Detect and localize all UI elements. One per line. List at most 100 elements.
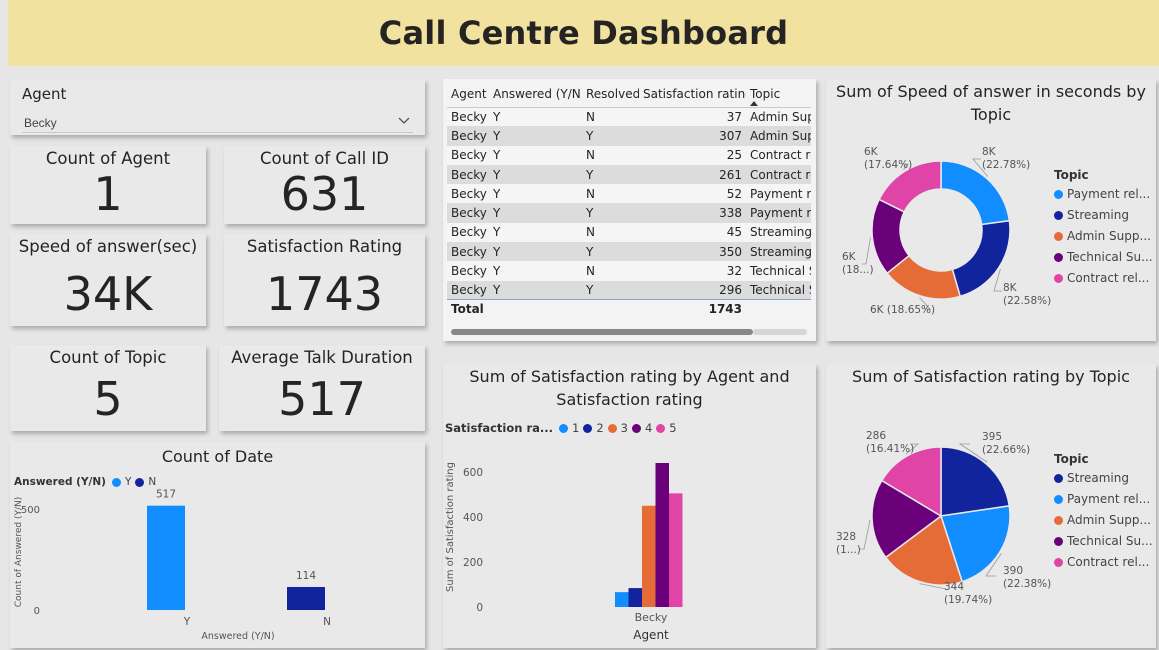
- table-row[interactable]: BeckyYN37Admin Supp: [447, 107, 811, 127]
- horizontal-scrollbar[interactable]: [451, 329, 753, 335]
- legend-dot-icon: [1054, 557, 1063, 567]
- kpi-average-talk-duration: Average Talk Duration 517: [219, 345, 425, 431]
- slicer-value[interactable]: Becky: [24, 116, 57, 130]
- table-cell: Streaming: [746, 242, 811, 262]
- pie-slice[interactable]: [940, 446, 1011, 517]
- y-tick-label: 600: [463, 467, 483, 479]
- table-row[interactable]: BeckyYN25Contract rel: [447, 145, 811, 165]
- bar[interactable]: [287, 586, 325, 610]
- legend-dot-icon: [1054, 189, 1063, 199]
- column-header-topic[interactable]: Topic: [746, 81, 811, 108]
- column-header[interactable]: Agent: [447, 81, 489, 108]
- kpi-label: Count of Topic: [49, 348, 167, 367]
- legend-label: Streaming: [1067, 208, 1129, 222]
- table-cell: 37: [639, 107, 746, 127]
- legend-label: Technical Su...: [1067, 534, 1153, 548]
- table-cell: Y: [582, 280, 639, 300]
- kpi-count-of-topic: Count of Topic 5: [10, 345, 206, 431]
- data-table: Agent Answered (Y/N) Resolved Satisfacti…: [447, 81, 811, 318]
- table-cell: Payment rel: [746, 203, 811, 223]
- table-cell: Becky: [447, 145, 489, 165]
- sort-ascending-icon[interactable]: [750, 100, 758, 106]
- data-label: 286: [866, 430, 886, 442]
- kpi-label: Satisfaction Rating: [246, 237, 403, 256]
- table-row[interactable]: BeckyYN32Technical Su: [447, 261, 811, 281]
- call-details-table: Agent Answered (Y/N) Resolved Satisfacti…: [443, 79, 816, 341]
- data-label: 8K: [982, 146, 997, 158]
- legend-item[interactable]: Payment rel...: [1054, 187, 1153, 201]
- satisfaction-by-agent-plot: 0 200 400 600 Sum of Satisfaction rating Beck…: [445, 462, 683, 642]
- legend-item[interactable]: Streaming: [1054, 208, 1153, 222]
- table-cell: 32: [639, 261, 746, 281]
- table-cell: N: [582, 107, 639, 127]
- speed-of-answer-donut-chart: Sum of Speed of answer in seconds by Top…: [826, 79, 1156, 341]
- data-label: 6K (18.65%): [870, 304, 935, 316]
- table-cell: Contract rel: [746, 145, 811, 165]
- table-cell: 307: [639, 126, 746, 146]
- bar[interactable]: [655, 463, 670, 607]
- table-cell: Y: [489, 126, 582, 146]
- x-tick-label: N: [323, 616, 331, 628]
- legend-item[interactable]: Technical Su...: [1054, 534, 1153, 548]
- agent-slicer[interactable]: Agent Becky: [10, 79, 425, 135]
- table-cell: Y: [489, 184, 582, 204]
- table-cell: Y: [489, 164, 582, 185]
- column-header[interactable]: Answered (Y/N): [489, 81, 582, 108]
- legend-item[interactable]: Contract rel...: [1054, 555, 1153, 569]
- leader-line: [862, 237, 871, 265]
- bar[interactable]: [147, 505, 185, 610]
- legend-item[interactable]: Payment rel...: [1054, 492, 1153, 506]
- legend-item[interactable]: Streaming: [1054, 471, 1153, 485]
- x-tick-label: Y: [183, 616, 191, 628]
- table-row[interactable]: BeckyYY307Admin Supp: [447, 126, 811, 146]
- legend-label: Payment rel...: [1067, 187, 1151, 201]
- chevron-down-icon[interactable]: [397, 113, 411, 127]
- table-row[interactable]: Becky Y Y 350 Streaming: [447, 242, 811, 262]
- kpi-label: Count of Agent: [45, 149, 171, 168]
- legend-item[interactable]: Admin Supp...: [1054, 513, 1153, 527]
- scrollbar-track: [753, 329, 807, 335]
- dashboard-header: Call Centre Dashboard: [8, 0, 1159, 66]
- legend-title: Topic: [1054, 168, 1089, 182]
- table-cell: Y: [489, 280, 582, 300]
- x-axis-label: Agent: [633, 628, 669, 642]
- bar[interactable]: [669, 493, 683, 607]
- table-row[interactable]: Becky Y N 45 Streaming: [447, 222, 811, 243]
- kpi-label: Average Talk Duration: [231, 348, 413, 367]
- table-row[interactable]: BeckyYN52Payment rel: [447, 184, 811, 204]
- kpi-value: 517: [278, 372, 366, 426]
- legend-item[interactable]: Contract rel...: [1054, 271, 1153, 285]
- legend-dot-icon: [1054, 473, 1063, 483]
- column-header-label: Topic: [750, 86, 781, 101]
- total-value: 1743: [639, 299, 746, 318]
- table-cell: Becky: [447, 184, 489, 204]
- table-row[interactable]: BeckyYY261Contract rel: [447, 164, 811, 185]
- table-cell: Y: [582, 126, 639, 146]
- y-axis-label: Sum of Satisfaction rating: [445, 462, 456, 592]
- bar[interactable]: [628, 588, 643, 607]
- table-row[interactable]: BeckyYY296Technical Su: [447, 280, 811, 300]
- y-tick-label: 0: [34, 606, 40, 617]
- count-of-date-chart: Count of Date Answered (Y/N) Y N 0 500 Cou…: [10, 442, 425, 648]
- data-label-percent: (18...): [842, 264, 874, 276]
- column-header[interactable]: Resolved: [582, 81, 639, 108]
- data-label: 517: [156, 489, 176, 501]
- table-cell: N: [582, 184, 639, 204]
- legend-dot-icon: [1054, 252, 1063, 262]
- legend-label: Streaming: [1067, 471, 1129, 485]
- kpi-satisfaction-rating: Satisfaction Rating 1743: [224, 234, 425, 326]
- kpi-count-of-agent: Count of Agent 1: [10, 146, 206, 224]
- bar[interactable]: [642, 505, 656, 607]
- satisfaction-by-agent-chart: Sum of Satisfaction rating by Agent and …: [443, 364, 816, 648]
- pie-slice[interactable]: [951, 219, 1011, 298]
- data-label-percent: (19.74%): [944, 594, 992, 606]
- bar[interactable]: [615, 592, 629, 607]
- legend-item[interactable]: Technical Su...: [1054, 250, 1153, 264]
- table-row[interactable]: BeckyYY338Payment rel: [447, 203, 811, 223]
- kpi-label: Count of Call ID: [259, 149, 389, 168]
- legend-item[interactable]: Admin Supp...: [1054, 229, 1153, 243]
- column-header[interactable]: Satisfaction rating: [639, 81, 746, 108]
- y-tick-label: 200: [463, 557, 483, 569]
- kpi-count-of-call-id: Count of Call ID 631: [224, 146, 425, 224]
- legend-label: Contract rel...: [1067, 271, 1150, 285]
